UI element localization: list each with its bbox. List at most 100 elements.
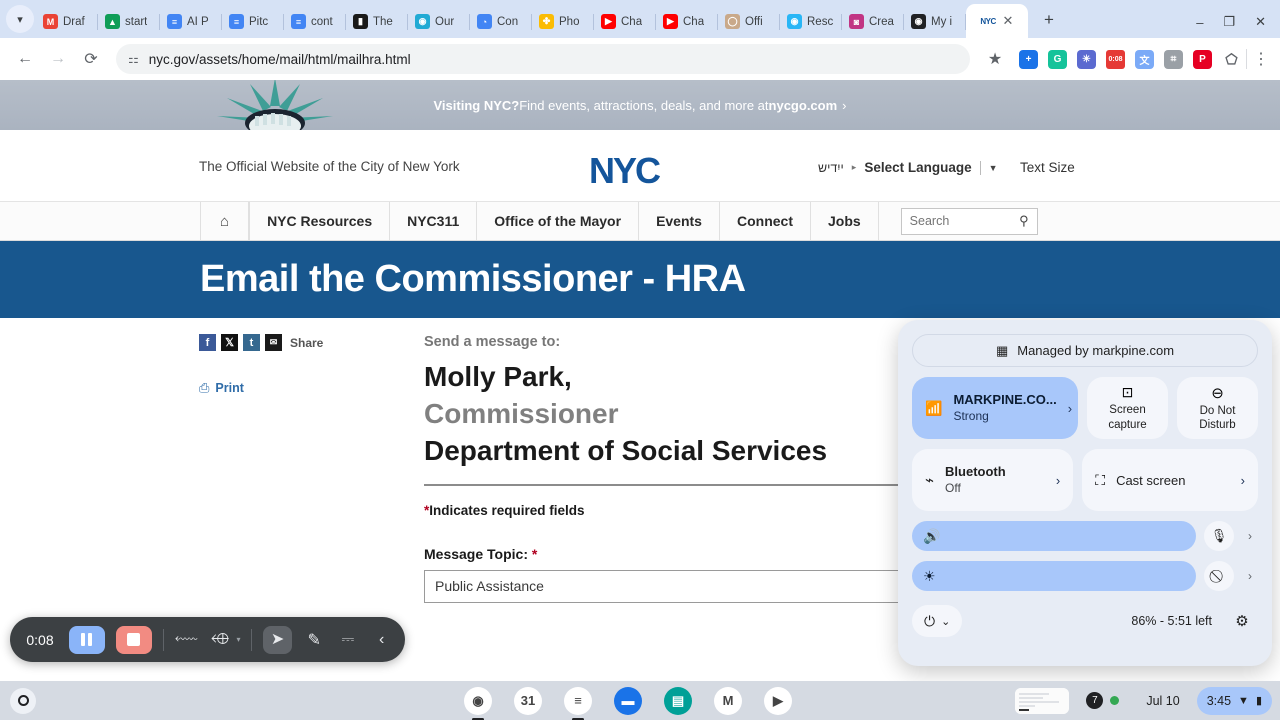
add-extension-icon[interactable]: + (1019, 49, 1038, 69)
managed-by-banner[interactable]: ▦ Managed by markpine.com (912, 334, 1258, 367)
nav-item-jobs[interactable]: Jobs (811, 202, 879, 240)
camera-off-icon[interactable]: ⬳ (175, 631, 198, 649)
close-window-button[interactable]: ✕ (1255, 14, 1266, 30)
nav-item-office-of-the-mayor[interactable]: Office of the Mayor (477, 202, 640, 240)
screen-capture-thumbnail[interactable] (1015, 687, 1070, 714)
files-icon[interactable]: ▬ (614, 686, 642, 715)
tab-1[interactable]: ▲ start (98, 5, 160, 38)
camera-blocked-button[interactable]: ⃠ (1204, 561, 1234, 591)
tab-4[interactable]: ≡ cont (284, 5, 346, 38)
chrome-menu-icon[interactable]: ⋮ (1252, 49, 1270, 69)
tab-active-nyc[interactable]: NYC ✕ (966, 4, 1028, 38)
site-settings-icon[interactable]: ⚏ (128, 52, 139, 66)
tumblr-share-icon[interactable]: t (243, 334, 260, 351)
brightness-chevron-icon[interactable]: › (1242, 569, 1258, 583)
microphone-off-icon[interactable]: ⬲ (209, 631, 232, 649)
tab-14[interactable]: ◉ My i (904, 5, 966, 38)
tab-0[interactable]: M Draf (36, 5, 98, 38)
translate-icon[interactable]: 文 (1135, 49, 1154, 69)
nav-item-nyc311[interactable]: NYC311 (390, 202, 478, 240)
reload-button[interactable]: ⟳ (76, 44, 106, 74)
google-keep-icon[interactable]: ▤ (664, 686, 692, 715)
stop-recording-button[interactable] (115, 625, 152, 654)
wifi-chevron-icon[interactable]: › (1068, 401, 1072, 416)
search-icon[interactable]: ⚲ (1019, 213, 1029, 229)
microphone-muted-button[interactable]: 🎙 (1204, 521, 1234, 551)
nav-item-connect[interactable]: Connect (720, 202, 811, 240)
x-share-icon[interactable]: 𝕏 (221, 334, 238, 351)
grammarly-icon[interactable]: G (1048, 49, 1067, 69)
cast-chevron-icon[interactable]: › (1241, 473, 1245, 488)
notification-pill[interactable]: 7 (1076, 687, 1129, 715)
tab-11[interactable]: ◯ Offi (718, 5, 780, 38)
brightness-slider[interactable]: ☀ (912, 561, 1196, 591)
pinterest-icon[interactable]: P (1193, 49, 1212, 69)
pen-tool-icon[interactable]: ✎ (303, 630, 326, 650)
tab-5[interactable]: ▮ The (346, 5, 408, 38)
nav-item-events[interactable]: Events (639, 202, 720, 240)
bluetooth-tile[interactable]: ⌁ Bluetooth Off › (912, 449, 1074, 511)
collapse-toolbar-icon[interactable]: ‹ (370, 631, 393, 649)
tab-2[interactable]: ≡ AI P (160, 5, 222, 38)
cast-screen-tile[interactable]: ⛶ Cast screen › (1082, 449, 1258, 511)
tab-label: The (373, 15, 393, 28)
tab-8[interactable]: ✤ Pho (532, 5, 594, 38)
bookmark-star-icon[interactable]: ★ (980, 44, 1010, 74)
nav-item-nyc-resources[interactable]: NYC Resources (249, 202, 391, 240)
tab-3[interactable]: ≡ Pitc (222, 5, 284, 38)
tab-7[interactable]: ◔ Con (470, 5, 532, 38)
do-not-disturb-tile[interactable]: ⊖ Do Not Disturb (1177, 377, 1258, 439)
extensions-icon[interactable]: ⬠ (1222, 49, 1241, 69)
bluetooth-chevron-icon[interactable]: › (1056, 473, 1060, 488)
chevron-down-icon[interactable]: ▼ (989, 163, 998, 173)
site-search-box[interactable]: Search ⚲ (900, 207, 1038, 235)
settings-star-icon[interactable]: ✳ (1077, 49, 1096, 69)
select-language-label[interactable]: Select Language (864, 160, 971, 175)
microphone-chevron-icon[interactable]: ▾ (236, 635, 240, 644)
power-button[interactable]: ⏻ ⌄ (912, 605, 963, 637)
settings-gear-icon[interactable]: ⚙ (1226, 605, 1258, 637)
tab-6[interactable]: ◉ Our (408, 5, 470, 38)
tab-close-icon[interactable]: ✕ (1003, 13, 1014, 29)
new-tab-button[interactable]: + (1036, 7, 1062, 33)
text-size-button[interactable]: Text Size (1020, 160, 1075, 175)
chrome-icon[interactable]: ◉ (464, 686, 492, 720)
cursor-tool-icon[interactable]: ➤ (263, 625, 292, 654)
system-tray[interactable]: 3:45 ▼ ▮ (1196, 686, 1272, 715)
google-calendar-icon[interactable]: 31 (514, 686, 542, 715)
nyc-logo[interactable]: NYC (589, 150, 661, 192)
email-share-icon[interactable]: ✉ (265, 334, 282, 351)
managed-by-text: Managed by markpine.com (1017, 343, 1175, 358)
tab-12[interactable]: ◉ Resc (780, 5, 842, 38)
clock-icon: ◔ (477, 14, 492, 29)
nycgo-banner[interactable]: Visiting NYC? Find events, attractions, … (0, 80, 1280, 130)
volume-slider[interactable]: 🔊 (912, 521, 1196, 551)
screen-recorder-icon[interactable]: 0:08 (1106, 49, 1125, 69)
nav-home-icon[interactable]: ⌂ (200, 202, 250, 240)
facebook-share-icon[interactable]: f (199, 334, 216, 351)
screen-capture-tile[interactable]: ⊡ Screen capture (1087, 377, 1168, 439)
tab-search-chevron-icon[interactable]: ▾ (6, 5, 34, 33)
date-pill[interactable]: Jul 10 (1136, 687, 1189, 715)
minimize-button[interactable]: – (1196, 15, 1203, 30)
puzzle-gray-icon[interactable]: ⌗ (1164, 49, 1183, 69)
pause-recording-button[interactable] (68, 625, 105, 654)
volume-chevron-icon[interactable]: › (1242, 529, 1258, 543)
maximize-button[interactable]: ❐ (1223, 14, 1235, 30)
address-bar[interactable]: ⚏ nyc.gov/assets/home/mail/html/mailhra.… (116, 44, 970, 74)
wifi-tile[interactable]: 📶 MARKPINE.CO... Strong › (912, 377, 1078, 439)
eraser-tool-icon[interactable]: ⎓ (337, 631, 360, 649)
power-chevron-icon[interactable]: ⌄ (941, 615, 950, 628)
tab-9[interactable]: ▶ Cha (594, 5, 656, 38)
nycgo-link[interactable]: nycgo.com (769, 98, 838, 113)
youtube-icon[interactable]: ▶ (764, 686, 792, 715)
print-link[interactable]: ⎙ Print (199, 380, 323, 396)
language-selector[interactable]: ייִדיש ▸ Select Language ▼ (818, 160, 998, 175)
tab-13[interactable]: ◙ Crea (842, 5, 904, 38)
tab-10[interactable]: ▶ Cha (656, 5, 718, 38)
gmail-icon[interactable]: M (714, 686, 742, 715)
back-button[interactable]: ← (10, 44, 40, 74)
launcher-icon[interactable] (10, 687, 36, 714)
forward-button[interactable]: → (43, 44, 73, 74)
google-docs-icon[interactable]: ≡ (564, 686, 592, 720)
